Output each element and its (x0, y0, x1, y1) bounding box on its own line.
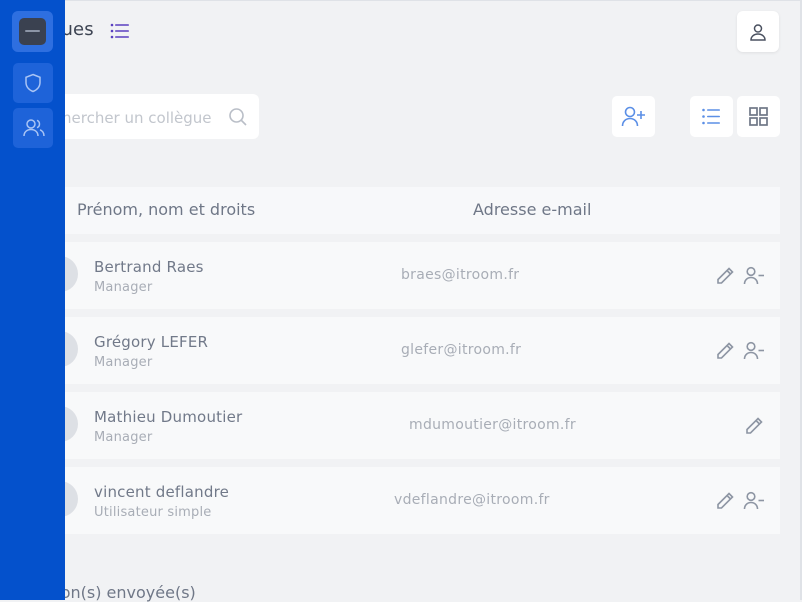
grid-view-icon (749, 107, 768, 126)
edit-icon[interactable] (715, 341, 735, 361)
column-header-email[interactable]: Adresse e-mail (473, 200, 591, 219)
colleague-email: vdeflandre@itroom.fr (394, 492, 550, 508)
colleague-role: Manager (94, 355, 153, 370)
colleague-name: vincent deflandre (94, 483, 230, 501)
shield-icon (25, 73, 41, 93)
sidebar-item-security[interactable] (13, 63, 53, 103)
user-account-button[interactable] (737, 11, 779, 52)
table-row[interactable]: Grégory LEFER Manager glefer@itroom.fr (40, 317, 780, 384)
search-icon[interactable] (228, 107, 248, 127)
sidebar (0, 0, 65, 600)
colleague-name: Mathieu Dumoutier (94, 408, 243, 426)
edit-icon[interactable] (715, 491, 735, 511)
colleague-name: Bertrand Raes (94, 258, 204, 276)
add-colleague-button[interactable] (612, 96, 655, 137)
search-input[interactable] (40, 94, 234, 141)
search-box (40, 94, 259, 141)
add-user-icon (621, 106, 645, 127)
remove-user-icon[interactable] (743, 266, 765, 286)
app-logo[interactable] (12, 11, 53, 52)
colleague-email: mdumoutier@itroom.fr (409, 417, 576, 433)
colleague-role: Manager (94, 280, 153, 295)
colleague-role: Manager (94, 430, 153, 445)
remove-user-icon[interactable] (743, 341, 765, 361)
remove-user-icon[interactable] (743, 491, 765, 511)
page: gues hercher un collègue Prénom, nom et … (0, 0, 802, 602)
user-icon (750, 24, 766, 41)
colleague-email: braes@itroom.fr (401, 267, 520, 283)
column-header-name[interactable]: Prénom, nom et droits (77, 200, 255, 219)
table-header: Prénom, nom et droits Adresse e-mail (40, 187, 780, 234)
colleague-name: Grégory LEFER (94, 333, 209, 351)
table-row[interactable]: Bertrand Raes Manager braes@itroom.fr (40, 242, 780, 309)
colleague-role: Utilisateur simple (94, 505, 212, 520)
invitations-title: tion(s) envoyée(s) (50, 583, 196, 602)
edit-icon[interactable] (715, 266, 735, 286)
table-row[interactable]: Mathieu Dumoutier Manager mdumoutier@itr… (40, 392, 780, 459)
list-icon[interactable] (110, 22, 130, 40)
grid-view-button[interactable] (737, 96, 780, 137)
edit-icon[interactable] (744, 416, 764, 436)
sidebar-item-colleagues[interactable] (13, 108, 53, 148)
list-view-icon (702, 108, 720, 125)
list-view-button[interactable] (690, 96, 733, 137)
table-row[interactable]: vincent deflandre Utilisateur simple vde… (40, 467, 780, 534)
logo-icon (19, 18, 46, 45)
users-icon (23, 119, 45, 137)
top-border (0, 0, 802, 1)
colleague-email: glefer@itroom.fr (401, 342, 522, 358)
